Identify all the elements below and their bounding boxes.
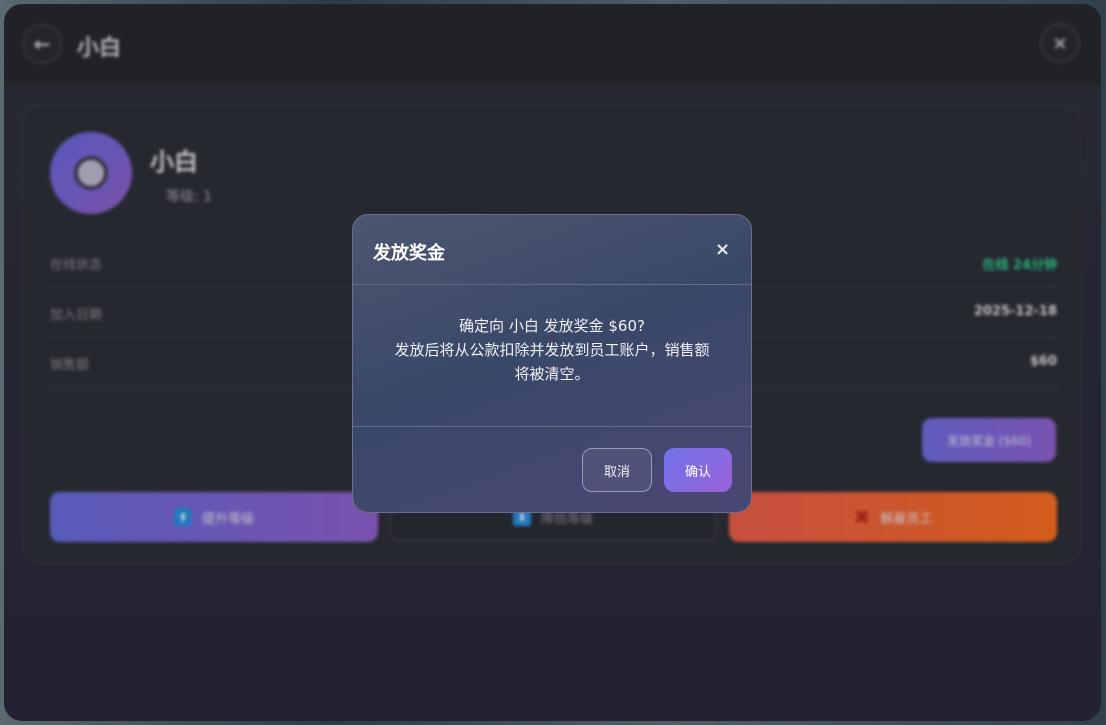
employee-window: ← 小白 × 小白 等级: 1 在线状态 在线 24分钟 加入日期 2025-1… (4, 4, 1101, 721)
close-icon: × (715, 239, 731, 260)
confirm-button[interactable]: 确认 (664, 448, 732, 492)
dialog-body: 确定向 小白 发放奖金 $60? 发放后将从公款扣除并发放到员工账户，销售额 将… (353, 285, 751, 427)
bonus-confirm-dialog: 发放奖金 × 确定向 小白 发放奖金 $60? 发放后将从公款扣除并发放到员工账… (352, 214, 752, 513)
cancel-button[interactable]: 取消 (582, 448, 652, 492)
dialog-footer: 取消 确认 (353, 427, 751, 512)
dialog-message-line: 确定向 小白 发放奖金 $60? (459, 317, 645, 335)
dialog-message-line: 将被清空。 (514, 365, 590, 383)
dialog-title: 发放奖金 (373, 243, 445, 264)
dialog-message-line: 发放后将从公款扣除并发放到员工账户，销售额 (394, 341, 710, 359)
dialog-close-button[interactable]: × (715, 239, 730, 260)
dialog-header: 发放奖金 × (353, 215, 751, 285)
